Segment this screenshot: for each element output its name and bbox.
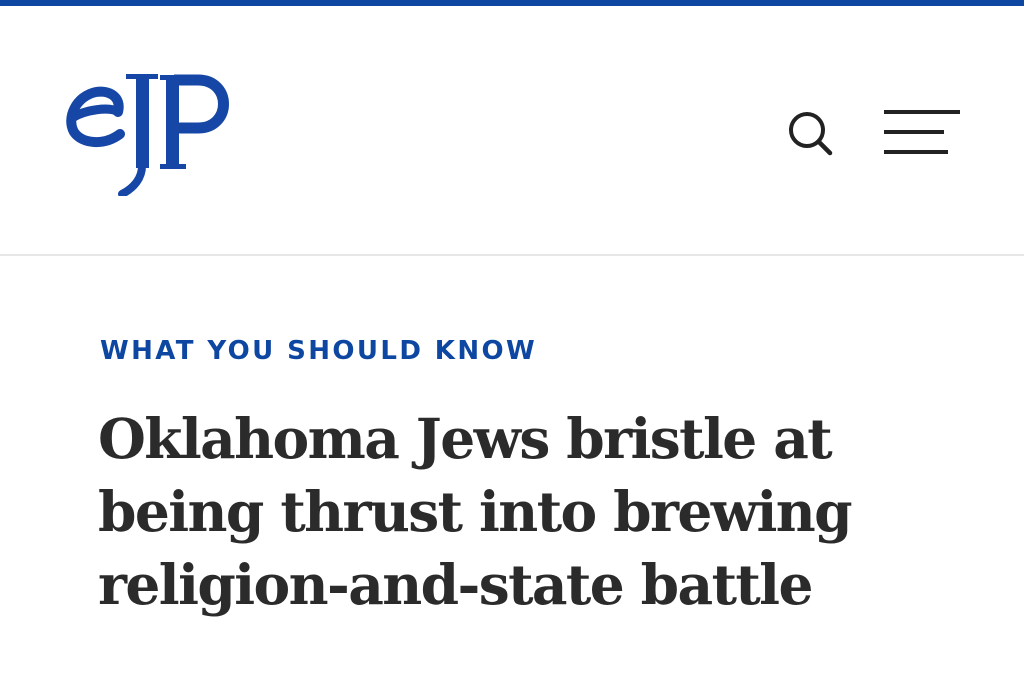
hamburger-menu-icon bbox=[884, 110, 960, 154]
search-icon bbox=[789, 112, 833, 156]
ejp-logo[interactable] bbox=[62, 66, 232, 196]
ejp-logo-mark bbox=[66, 74, 229, 196]
headline-line: Oklahoma Jews bristle at bbox=[98, 406, 833, 471]
search-button[interactable] bbox=[782, 106, 838, 162]
menu-button[interactable] bbox=[880, 106, 964, 162]
site-header bbox=[0, 6, 1024, 256]
article-headline: Oklahoma Jews bristle at being thrust in… bbox=[98, 402, 978, 621]
headline-line: religion-and-state battle bbox=[98, 552, 813, 617]
article-kicker[interactable]: WHAT YOU SHOULD KNOW bbox=[100, 336, 537, 366]
page: WHAT YOU SHOULD KNOW Oklahoma Jews brist… bbox=[0, 0, 1024, 692]
headline-line: being thrust into brewing bbox=[98, 479, 853, 544]
